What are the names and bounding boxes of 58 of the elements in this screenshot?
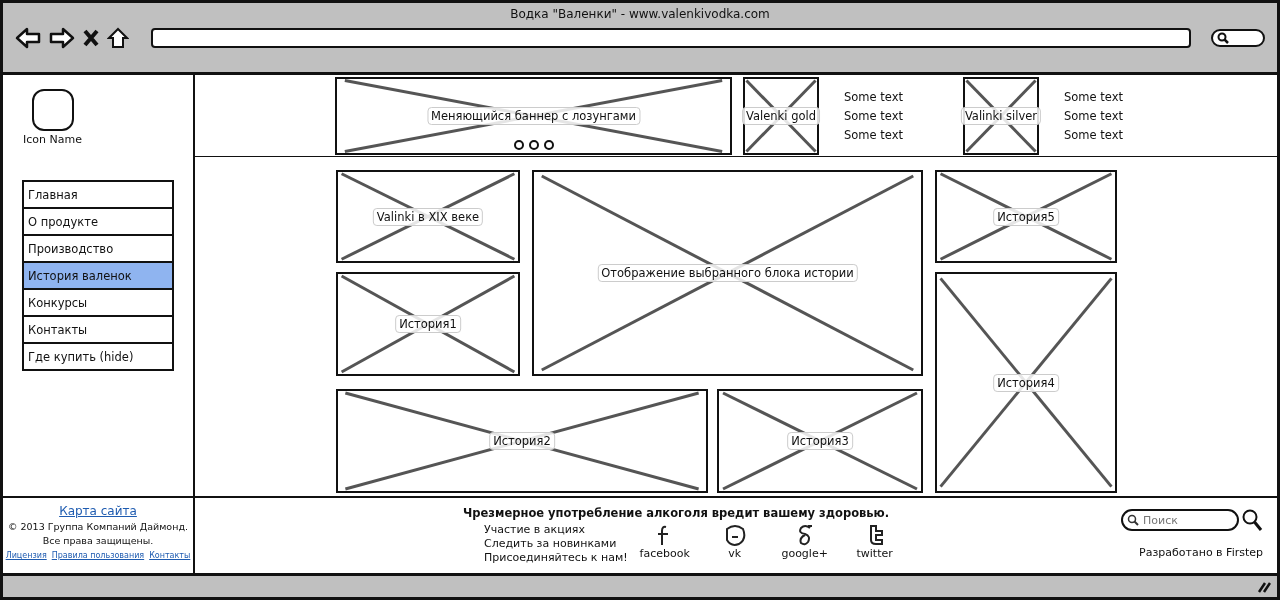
- product-text: Some text: [844, 89, 904, 104]
- icon-label: Icon Name: [23, 133, 83, 146]
- placeholder-label: История1: [395, 315, 461, 333]
- image-placeholder[interactable]: Valinki в XIX веке: [336, 170, 520, 263]
- home-icon[interactable]: [107, 27, 129, 49]
- placeholder-label: Valenki gold: [742, 106, 820, 125]
- placeholder-label: История2: [489, 432, 555, 450]
- product-text: Some text: [1064, 108, 1124, 123]
- copyright-text: Все права защищены.: [42, 535, 154, 546]
- window-title: Водка "Валенки" - www.valenkivodka.com: [510, 7, 770, 21]
- footer-link[interactable]: Лицензия: [5, 551, 47, 560]
- product-text: Some text: [1064, 127, 1124, 142]
- search-field[interactable]: [1211, 29, 1265, 47]
- nav-item[interactable]: Где купить (hide): [24, 344, 172, 369]
- nav-item[interactable]: Контакты: [24, 317, 172, 342]
- resize-grip-icon[interactable]: [1257, 581, 1271, 593]
- image-placeholder[interactable]: История1: [336, 272, 520, 376]
- placeholder-label: История3: [787, 432, 853, 450]
- image-placeholder[interactable]: История5: [935, 170, 1117, 263]
- nav-item[interactable]: История валенок: [24, 263, 172, 288]
- promo-text: Участие в акциях: [484, 523, 586, 537]
- placeholder-label: Отображение выбранного блока истории: [597, 264, 858, 282]
- product-text: Some text: [844, 108, 904, 123]
- search-icon: [1217, 32, 1229, 44]
- placeholder-label: История4: [993, 373, 1059, 392]
- app-icon: [32, 89, 74, 131]
- placeholder-label: История5: [993, 207, 1059, 226]
- image-placeholder[interactable]: Отображение выбранного блока истории: [532, 170, 923, 376]
- product-text: Some text: [844, 127, 904, 142]
- search-field[interactable]: Поиск: [1121, 509, 1239, 531]
- product-text: Some text: [1064, 89, 1124, 104]
- image-placeholder[interactable]: История3: [717, 389, 923, 493]
- image-placeholder[interactable]: История4: [935, 272, 1117, 493]
- nav-item[interactable]: Главная: [24, 182, 172, 207]
- footer-link[interactable]: Правила пользования: [51, 551, 145, 560]
- close-icon[interactable]: [83, 29, 99, 47]
- credit-text: Разработано в Firstep: [1139, 546, 1263, 559]
- carousel-dots-icon[interactable]: [512, 138, 555, 151]
- placeholder-label: Меняющийся баннер с лозунгами: [427, 106, 640, 125]
- search-icon[interactable]: [1241, 508, 1263, 532]
- social-label: google+: [781, 547, 828, 560]
- promo-text: Следить за новинками: [484, 537, 618, 551]
- back-icon[interactable]: [15, 27, 41, 49]
- copyright-text: © 2013 Группа Компаний Даймонд.: [8, 521, 188, 532]
- image-placeholder[interactable]: История2: [336, 389, 708, 493]
- footer-link[interactable]: Контакты: [149, 551, 191, 560]
- promo-text: Присоединяйтесь к нам!: [484, 551, 628, 565]
- placeholder-label: Valinki silver: [960, 106, 1042, 125]
- nav-item[interactable]: Производство: [24, 236, 172, 261]
- social-label: twitter: [856, 547, 893, 560]
- social-label: facebook: [639, 547, 690, 560]
- forward-icon[interactable]: [49, 27, 75, 49]
- social-label: vk: [728, 547, 742, 560]
- nav-item[interactable]: Конкурсы: [24, 290, 172, 315]
- sitemap-link[interactable]: Карта сайта: [59, 504, 137, 518]
- address-field[interactable]: [151, 28, 1191, 48]
- placeholder-label: Valinki в XIX веке: [372, 207, 484, 226]
- nav-item[interactable]: О продукте: [24, 209, 172, 234]
